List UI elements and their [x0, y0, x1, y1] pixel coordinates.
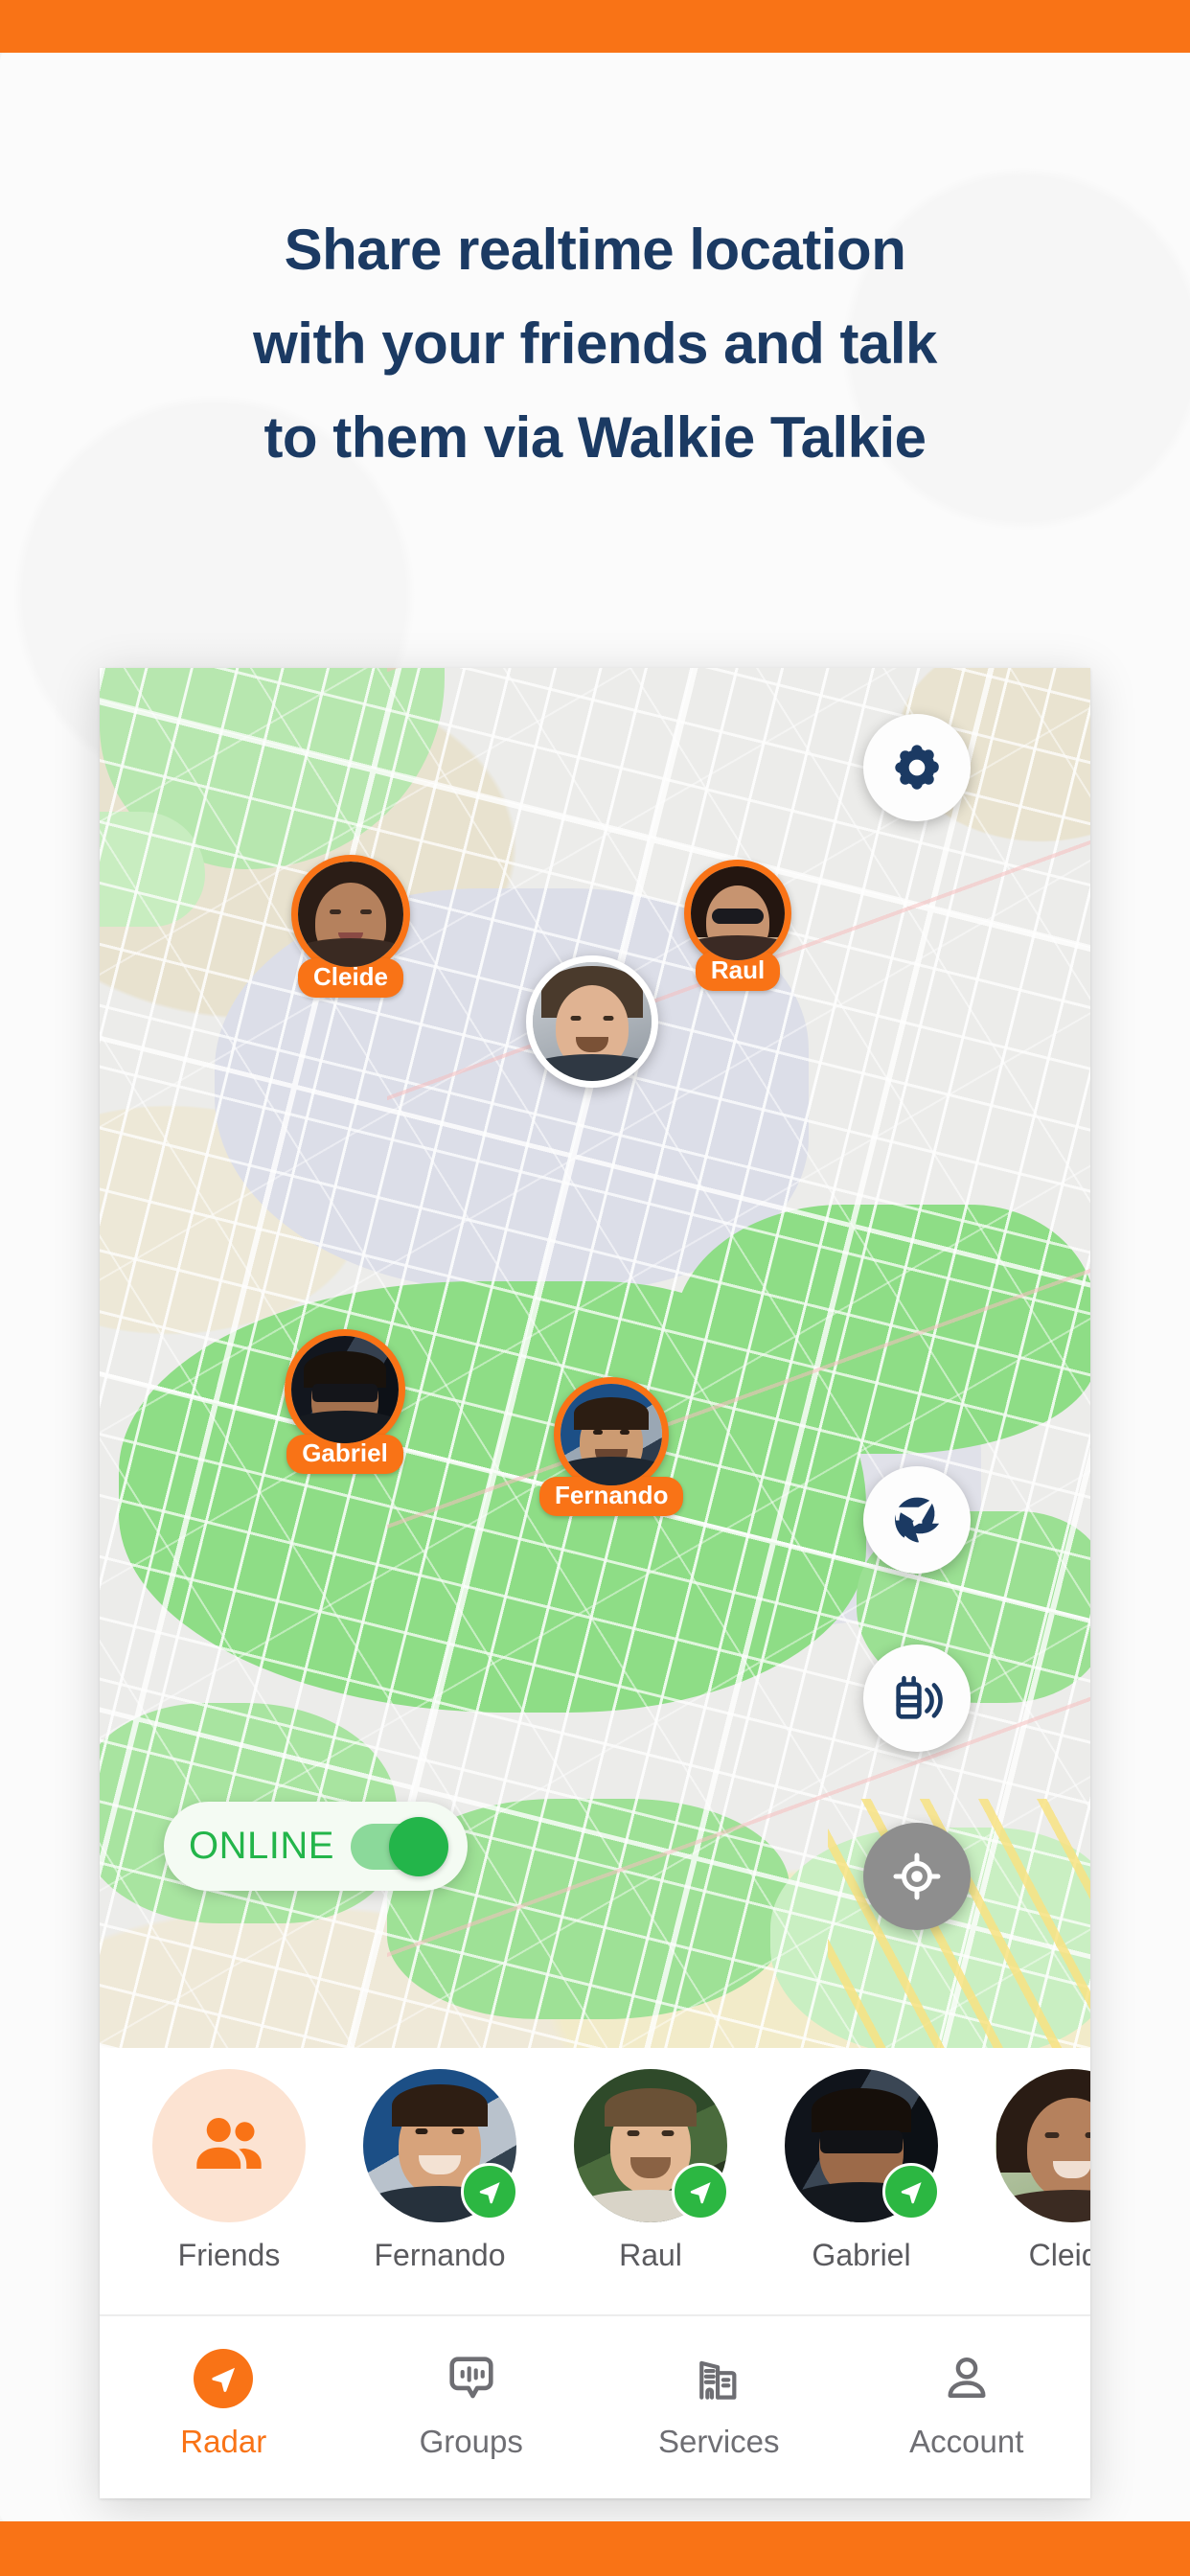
online-switch-track[interactable]: [351, 1816, 448, 1876]
friend-name: Fernando: [374, 2238, 506, 2272]
friend-item-cleide[interactable]: Cleide: [985, 2069, 1090, 2273]
bottom-brand-bar: [0, 2521, 1190, 2576]
avatar-photo-fernando: [561, 1384, 663, 1485]
friends-group-avatar: [152, 2069, 306, 2222]
tab-label: Radar: [180, 2424, 267, 2459]
walkie-talkie-icon: [896, 1675, 943, 1719]
page-title: Share realtime location with your friend…: [253, 218, 937, 470]
radar-arrow-icon: [194, 2349, 254, 2408]
buildings-icon: [699, 2360, 737, 2400]
map-marker-gabriel[interactable]: Gabriel: [285, 1329, 405, 1474]
camera-aperture-icon: [895, 1497, 940, 1543]
tab-groups[interactable]: Groups: [348, 2316, 596, 2498]
tab-label: Groups: [419, 2424, 523, 2459]
tab-services[interactable]: Services: [595, 2316, 843, 2498]
marker-avatar: [285, 1329, 405, 1450]
my-location-button[interactable]: [863, 1823, 971, 1930]
gear-icon: [895, 745, 939, 790]
friend-name: Friends: [177, 2238, 281, 2272]
friends-carousel[interactable]: Friends Fernando Raul Gabriel Cleid: [100, 2048, 1090, 2314]
avatar-photo-self: [533, 962, 652, 1081]
friend-name: Cleide: [1028, 2238, 1090, 2272]
map-road-yellow: [828, 1799, 1090, 2048]
tab-label: Services: [657, 2424, 780, 2459]
map-marker-cleide[interactable]: Cleide: [291, 855, 410, 998]
crosshair-icon: [893, 1852, 941, 1900]
online-label: ONLINE: [189, 1825, 334, 1867]
avatar-photo-gabriel: [291, 1336, 399, 1443]
avatar-photo-cleide: [298, 862, 403, 967]
avatar-photo-raul: [691, 866, 785, 960]
navigation-arrow-icon: [901, 2182, 922, 2204]
friend-avatar: [995, 2069, 1090, 2222]
tab-account[interactable]: Account: [843, 2316, 1091, 2498]
people-icon: [196, 2117, 262, 2170]
bottom-tab-bar: Radar Groups Services Account: [100, 2314, 1090, 2498]
online-location-badge: [882, 2163, 940, 2220]
online-location-badge: [461, 2163, 518, 2220]
online-status-toggle[interactable]: ONLINE: [164, 1802, 468, 1891]
map-marker-raul[interactable]: Raul: [684, 860, 791, 991]
friend-item-raul[interactable]: Raul: [563, 2069, 738, 2273]
friend-name: Raul: [619, 2238, 682, 2272]
groups-wave-icon: [449, 2357, 493, 2399]
tab-radar[interactable]: Radar: [100, 2316, 348, 2498]
navigation-arrow-glyph: [212, 2367, 236, 2392]
friend-name: Gabriel: [812, 2238, 911, 2272]
marker-avatar: [554, 1377, 670, 1492]
navigation-arrow-icon: [479, 2182, 500, 2204]
camera-button[interactable]: [863, 1466, 971, 1574]
friend-item-gabriel[interactable]: Gabriel: [774, 2069, 949, 2273]
map-view[interactable]: Cleide Raul Gabriel Fernando ONLINE: [100, 668, 1090, 2048]
navigation-arrow-icon: [690, 2182, 711, 2204]
marker-avatar: [291, 855, 410, 974]
walkie-talkie-button[interactable]: [863, 1644, 971, 1752]
online-location-badge: [672, 2163, 729, 2220]
friend-item-fernando[interactable]: Fernando: [353, 2069, 527, 2273]
map-marker-fernando[interactable]: Fernando: [539, 1377, 684, 1516]
map-marker-self[interactable]: [526, 955, 658, 1088]
settings-button[interactable]: [863, 714, 971, 821]
marker-avatar: [684, 860, 791, 967]
friends-group-item[interactable]: Friends: [142, 2069, 316, 2273]
phone-screenshot: Cleide Raul Gabriel Fernando ONLINE Frie…: [100, 668, 1090, 2498]
top-brand-bar: [0, 0, 1190, 53]
online-switch-knob: [389, 1816, 448, 1876]
person-icon: [948, 2357, 986, 2398]
app-store-promo-screenshot: Share realtime location with your friend…: [0, 0, 1190, 2576]
tab-label: Account: [909, 2424, 1024, 2459]
